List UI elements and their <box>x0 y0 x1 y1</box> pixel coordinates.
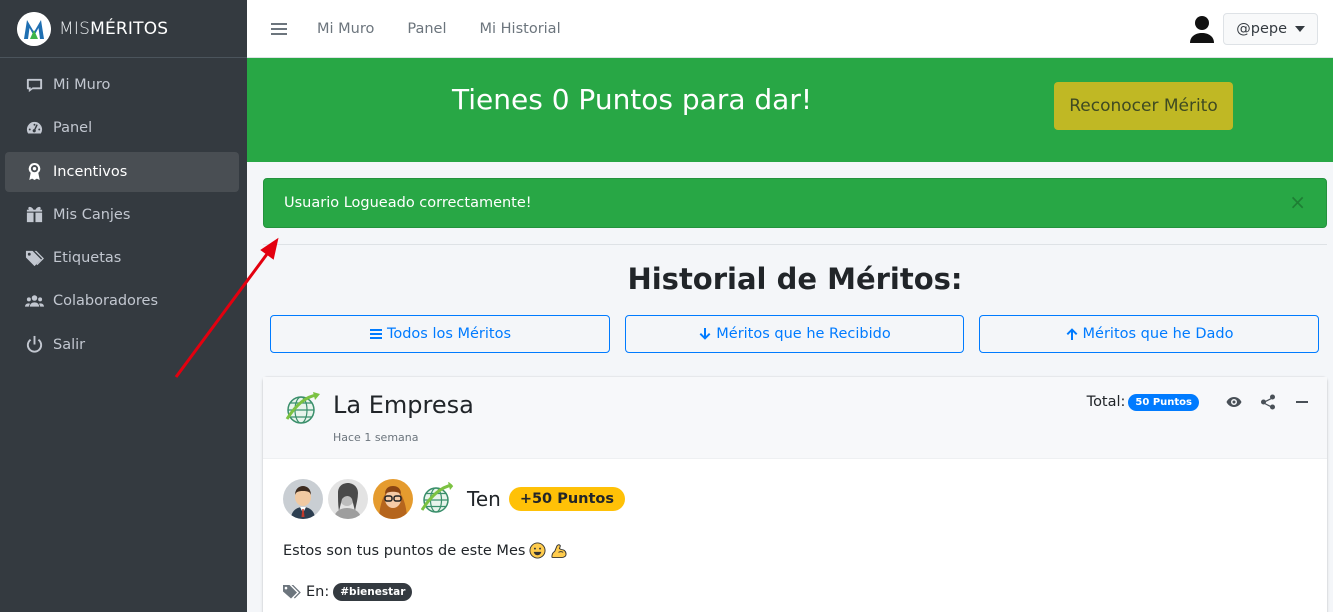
tags-label: En: <box>306 584 330 600</box>
avatar[interactable] <box>328 479 368 519</box>
award-icon <box>23 161 45 183</box>
filter-given-label: Méritos que he Dado <box>1082 326 1234 342</box>
merit-timestamp: Hace 1 semana <box>333 431 419 444</box>
merit-tags: En: #bienestar <box>283 583 413 601</box>
list-icon <box>369 329 382 339</box>
share-icon[interactable] <box>1259 393 1277 411</box>
username: @pepe <box>1236 20 1287 37</box>
smile-emoji-icon <box>529 542 546 559</box>
points-banner-title: Tienes 0 Puntos para dar! <box>452 83 813 116</box>
success-alert: Usuario Logueado correctamente! × <box>263 178 1327 228</box>
total-label: Total: <box>1086 394 1126 410</box>
user-dropdown-button[interactable]: @pepe <box>1223 12 1318 45</box>
collapse-icon[interactable] <box>1293 393 1311 411</box>
merit-message: Estos son tus puntos de este Mes <box>283 542 567 559</box>
menu-toggle-icon[interactable] <box>271 20 287 38</box>
comment-icon <box>23 74 45 96</box>
power-icon <box>23 334 45 356</box>
points-banner: Tienes 0 Puntos para dar! Reconocer Méri… <box>247 58 1333 162</box>
tags-icon <box>283 585 301 599</box>
users-icon <box>23 290 45 312</box>
sidebar-item-label: Mi Muro <box>53 77 111 93</box>
sidebar-item-mi-muro[interactable]: Mi Muro <box>5 65 239 105</box>
company-globe-icon <box>285 392 320 424</box>
merit-card-header: La Empresa Hace 1 semana Total: 50 Punto… <box>263 377 1327 459</box>
filter-received-label: Méritos que he Recibido <box>716 326 891 342</box>
sidebar-item-label: Etiquetas <box>53 250 122 267</box>
sidebar-item-label: Incentivos <box>53 163 128 180</box>
tag-badge[interactable]: #bienestar <box>333 583 413 601</box>
merit-card: La Empresa Hace 1 semana Total: 50 Punto… <box>263 377 1327 612</box>
caret-down-icon <box>1295 25 1305 32</box>
alert-message: Usuario Logueado correctamente! <box>284 195 532 211</box>
filter-given-button[interactable]: Méritos que he Dado <box>979 315 1319 353</box>
close-icon[interactable]: × <box>1289 192 1306 212</box>
merit-message-text: Estos son tus puntos de este Mes <box>283 542 526 559</box>
sidebar: MISMÉRITOS Mi Muro Panel Incentivos Mis … <box>0 0 247 612</box>
sidebar-item-incentivos[interactable]: Incentivos <box>5 151 239 192</box>
avatar[interactable] <box>373 479 413 519</box>
sidebar-item-label: Salir <box>53 336 86 353</box>
sidebar-item-etiquetas[interactable]: Etiquetas <box>5 238 239 278</box>
history-title: Historial de Méritos: <box>627 262 963 296</box>
avatar[interactable] <box>283 479 323 519</box>
reconocer-merito-button[interactable]: Reconocer Mérito <box>1054 82 1233 130</box>
eye-icon[interactable] <box>1225 393 1243 411</box>
tags-icon <box>23 247 45 269</box>
filter-received-button[interactable]: Méritos que he Recibido <box>625 315 964 353</box>
brand-logo <box>17 11 51 46</box>
recipients-row: Ten +50 Puntos <box>283 479 625 519</box>
sidebar-item-label: Panel <box>53 120 93 137</box>
total-points-badge: 50 Puntos <box>1128 393 1199 411</box>
sidebar-item-salir[interactable]: Salir <box>5 325 239 365</box>
nav-link-panel[interactable]: Panel <box>407 21 446 37</box>
gifts-icon <box>23 204 45 226</box>
sidebar-item-panel[interactable]: Panel <box>5 108 239 148</box>
flexed-biceps-emoji-icon <box>551 544 567 559</box>
arrow-up-icon <box>1066 328 1077 340</box>
sidebar-item-label: Mis Canjes <box>53 206 131 223</box>
user-avatar-icon[interactable] <box>1189 14 1215 44</box>
organization-name: La Empresa <box>333 391 474 419</box>
company-globe-icon[interactable] <box>418 479 458 519</box>
points-awarded-badge: +50 Puntos <box>508 487 625 511</box>
dashboard-icon <box>23 117 45 139</box>
sidebar-item-label: Colaboradores <box>53 293 159 310</box>
divider <box>263 244 1327 245</box>
sidebar-item-mis-canjes[interactable]: Mis Canjes <box>5 195 239 235</box>
card-tools: Total: 50 Puntos <box>1087 393 1311 411</box>
arrow-down-icon <box>699 328 711 340</box>
nav-link-mi-muro[interactable]: Mi Muro <box>317 21 374 37</box>
nav-link-mi-historial[interactable]: Mi Historial <box>480 21 561 37</box>
sidebar-item-colaboradores[interactable]: Colaboradores <box>5 281 239 321</box>
brand-name: MISMÉRITOS <box>59 18 169 39</box>
brand[interactable]: MISMÉRITOS <box>0 0 247 58</box>
sidebar-nav: Mi Muro Panel Incentivos Mis Canjes Etiq… <box>0 58 247 365</box>
filter-all-label: Todos los Méritos <box>386 326 512 342</box>
ten-text: Ten <box>467 487 501 511</box>
filter-all-button[interactable]: Todos los Méritos <box>270 315 610 353</box>
user-area: @pepe <box>1189 12 1318 45</box>
top-navbar: Mi Muro Panel Mi Historial @pepe <box>247 0 1333 58</box>
